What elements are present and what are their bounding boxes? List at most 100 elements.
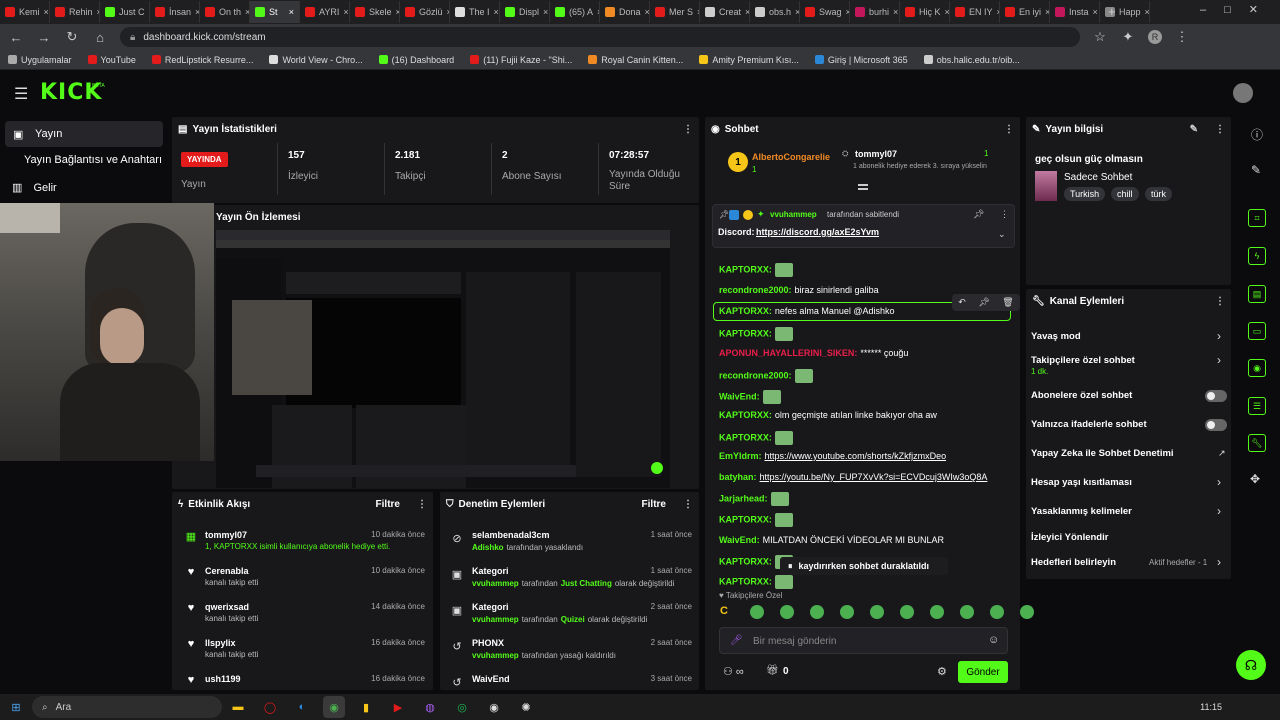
channel-action-label[interactable]: Yalnızca ifadelerle sohbet <box>1031 419 1147 430</box>
tab-close-icon[interactable]: × <box>289 7 294 17</box>
gift-user[interactable]: tommyl07 <box>855 149 897 159</box>
chevron-down-icon[interactable]: ⌄ <box>998 229 1006 240</box>
emote-picker-icon[interactable] <box>960 605 974 619</box>
tab-close-icon[interactable]: × <box>945 7 949 17</box>
chevron-right-icon[interactable]: › <box>1217 353 1221 367</box>
moderation-item[interactable]: selambenadal3cm Adishko tarafından yasakla… <box>472 530 692 552</box>
emote-picker-icon[interactable] <box>990 605 1004 619</box>
chat-input[interactable]: 🎤︎ Bir mesaj gönderin ☺ <box>719 627 1008 654</box>
file-explorer-icon[interactable]: ▬ <box>227 696 249 718</box>
channel-action-label[interactable]: Abonelere özel sohbet <box>1031 390 1132 401</box>
browser-tab[interactable]: Hiç K × <box>900 1 950 23</box>
bookmark-item[interactable]: (11) Fujii Kaze - "Shi... <box>470 55 572 65</box>
chat-username[interactable]: batyhan: <box>719 472 757 482</box>
chat-username[interactable]: KAPTORXX: <box>719 432 772 442</box>
opera-icon[interactable]: ◯ <box>259 696 281 718</box>
more-icon[interactable]: ⋮ <box>417 499 427 510</box>
bookmark-item[interactable]: Amity Premium Kısı... <box>699 55 799 65</box>
broadcast-icon[interactable]: ◉ <box>1248 359 1266 377</box>
sidebar-item-stream-key[interactable]: Yayın Bağlantısı ve Anahtarı <box>24 154 162 166</box>
reload-icon[interactable]: ↻ <box>64 29 80 45</box>
list-icon[interactable]: ☰ <box>1248 397 1266 415</box>
tab-close-icon[interactable]: × <box>44 7 49 17</box>
window-controls[interactable]: –□✕ <box>1200 3 1276 16</box>
chat-username[interactable]: KAPTORXX: <box>719 328 772 338</box>
stream-tag[interactable]: Turkish <box>1064 187 1106 201</box>
chevron-right-icon[interactable]: › <box>1217 475 1221 489</box>
chat-bubble-icon[interactable]: ▭ <box>1248 322 1266 340</box>
moderation-item[interactable]: PHONX vvuhammep tarafından yasağı kaldırıl… <box>472 638 692 660</box>
browser-tab[interactable]: Rehin× <box>50 1 100 23</box>
channel-action-label[interactable]: Hesap yaşı kısıtlaması <box>1031 477 1132 488</box>
bookmark-item[interactable]: (16) Dashboard <box>378 55 454 65</box>
channel-action-label[interactable]: İzleyici Yönlendir <box>1031 532 1108 543</box>
tab-close-icon[interactable]: × <box>1145 7 1149 17</box>
bookmark-item[interactable]: Uygulamalar <box>8 55 72 65</box>
emote-picker-icon[interactable] <box>1020 605 1034 619</box>
activity-item[interactable]: Cerenabla kanalı takip etti 10 dakika önce <box>205 566 425 587</box>
profile-avatar[interactable]: R <box>1148 30 1162 44</box>
moderation-item[interactable]: Kategori vvuhammep tarafından Quizei olarak … <box>472 602 692 624</box>
more-icon[interactable]: ⋮ <box>683 124 693 135</box>
home-icon[interactable]: ⌂ <box>92 30 108 45</box>
browser-tab[interactable]: The I × <box>450 1 500 23</box>
chat-paused-banner[interactable]: ⏸︎ kaydırırken sohbet duraklatıldı <box>780 557 948 575</box>
move-icon[interactable]: ✥ <box>1250 472 1260 486</box>
forward-icon[interactable]: → <box>36 30 52 45</box>
browser-tab[interactable]: Skele× <box>350 1 400 23</box>
chevron-right-icon[interactable]: › <box>1217 504 1221 518</box>
top-gifter-name[interactable]: AlbertoCongarelie <box>752 152 830 162</box>
chat-username[interactable]: KAPTORXX: <box>719 556 772 566</box>
pinned-link[interactable]: https://discord.gg/axE2sYvm <box>756 227 879 237</box>
emote-picker-icon[interactable] <box>810 605 824 619</box>
pinned-by[interactable]: vvuhammep <box>770 210 817 219</box>
category-thumbnail[interactable] <box>1035 171 1057 201</box>
activity-filter-button[interactable]: Filtre <box>376 499 400 510</box>
hamburger-menu-icon[interactable]: ☰ <box>14 84 28 104</box>
moderation-item[interactable]: WaivEnd 3 saat önce <box>472 674 692 696</box>
pin-icon[interactable]: 📌︎ <box>978 297 989 308</box>
stream-tag[interactable]: chill <box>1111 187 1139 201</box>
windows-start-icon[interactable]: ⊞ <box>5 696 27 718</box>
user-avatar[interactable] <box>1233 83 1253 103</box>
tab-close-icon[interactable]: × <box>543 7 548 17</box>
obs-icon[interactable]: ◉ <box>483 696 505 718</box>
channel-action-label[interactable]: Yavaş mod <box>1031 331 1081 342</box>
browser-tab[interactable]: Gözlü× <box>400 1 450 23</box>
pencil-icon[interactable]: ✎ <box>1251 163 1261 177</box>
moderation-user[interactable]: vvuhammep <box>472 651 519 660</box>
browser-tab[interactable]: (65) A× <box>550 1 600 23</box>
microphone-icon[interactable]: 🎤︎ <box>730 635 743 646</box>
sidebar-item-stream[interactable]: ▣ Yayın <box>5 121 163 147</box>
external-link-icon[interactable]: ↗ <box>1218 448 1226 459</box>
taskbar-search[interactable]: ⌕ Ara <box>32 696 222 718</box>
browser-tab[interactable]: St × <box>250 1 300 23</box>
more-icon[interactable]: ⋮ <box>1004 124 1014 135</box>
preview-video[interactable] <box>216 230 670 488</box>
browser-tab[interactable]: Just C× <box>100 1 150 23</box>
emote-picker-icon[interactable] <box>750 605 764 619</box>
chat-username[interactable]: recondrone2000: <box>719 285 792 295</box>
bookmark-item[interactable]: obs.halic.edu.tr/oib... <box>923 55 1020 65</box>
chat-username[interactable]: Jarjarhead: <box>719 493 768 503</box>
moderation-user[interactable]: vvuhammep <box>472 615 519 624</box>
toggle-switch[interactable] <box>1205 390 1227 402</box>
extensions-icon[interactable]: ✦ <box>1120 29 1136 45</box>
browser-tab[interactable]: On th × <box>200 1 250 23</box>
edit-icon[interactable]: ✎ <box>1190 124 1198 135</box>
browser-tab[interactable]: AYRI × <box>300 1 350 23</box>
chevron-right-icon[interactable]: › <box>1217 555 1221 569</box>
url-field[interactable]: 🔒︎ dashboard.kick.com/stream <box>120 27 1080 47</box>
chat-username[interactable]: recondrone2000: <box>719 370 792 380</box>
browser-tab[interactable]: Swag× <box>800 1 850 23</box>
chat-username[interactable]: KAPTORXX: <box>719 514 772 524</box>
more-icon[interactable]: ⋮ <box>1215 296 1225 307</box>
chat-username[interactable]: KAPTORXX: <box>719 264 772 274</box>
channel-action-label[interactable]: Yasaklanmış kelimeler <box>1031 506 1132 517</box>
browser-tab[interactable]: Dona × <box>600 1 650 23</box>
browser-tab[interactable]: Insta × <box>1050 1 1100 23</box>
browser-tab[interactable]: obs.h × <box>750 1 800 23</box>
channel-action-label[interactable]: Yapay Zeka ile Sohbet Denetimi <box>1031 448 1174 459</box>
bookmark-item[interactable]: Royal Canin Kitten... <box>588 55 683 65</box>
moderation-user[interactable]: Adishko <box>472 543 504 552</box>
